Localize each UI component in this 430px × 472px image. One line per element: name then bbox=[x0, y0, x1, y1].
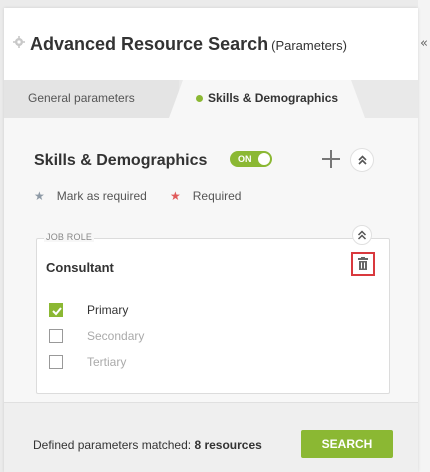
tab-skills-demographics[interactable]: Skills & Demographics bbox=[169, 80, 365, 118]
legend-mark-label: Mark as required bbox=[56, 189, 147, 203]
job-role-value: Consultant bbox=[46, 260, 114, 275]
panel-header: Advanced Resource Search (Parameters) bbox=[4, 8, 418, 80]
right-panel-strip bbox=[418, 0, 430, 472]
job-role-label: JOB ROLE bbox=[44, 232, 95, 242]
secondary-label: Secondary bbox=[87, 329, 145, 343]
chevron-up-double-icon bbox=[358, 155, 367, 165]
legend-mark-as-required: ★ Mark as required bbox=[34, 189, 147, 203]
matched-resources-text: Defined parameters matched: 8 resources bbox=[33, 438, 262, 452]
legend-required: ★ Required bbox=[170, 189, 241, 203]
toggle-label: ON bbox=[238, 154, 252, 164]
star-icon: ★ bbox=[34, 189, 45, 203]
tab-general-parameters[interactable]: General parameters bbox=[4, 80, 179, 118]
collapse-section-button[interactable] bbox=[350, 148, 374, 172]
trash-icon bbox=[358, 257, 368, 270]
required-star-icon: ★ bbox=[170, 189, 181, 203]
secondary-checkbox[interactable] bbox=[49, 329, 63, 343]
page-subtitle: (Parameters) bbox=[271, 38, 347, 53]
collapse-job-role-button[interactable] bbox=[352, 225, 372, 245]
chevron-up-double-icon bbox=[357, 230, 367, 240]
toggle-knob bbox=[258, 153, 270, 165]
section-toggle[interactable]: ON bbox=[230, 151, 272, 167]
tab-bar: General parameters Skills & Demographics bbox=[4, 80, 418, 118]
tertiary-checkbox[interactable] bbox=[49, 355, 63, 369]
panel-footer: Defined parameters matched: 8 resources … bbox=[4, 402, 418, 472]
matched-count: 8 resources bbox=[194, 438, 262, 452]
job-role-card: Consultant Primary Secondary Tertiary bbox=[36, 238, 390, 394]
delete-job-role-button[interactable] bbox=[351, 252, 375, 276]
tab-skills-label: Skills & Demographics bbox=[208, 91, 339, 105]
gear-icon[interactable] bbox=[13, 36, 25, 48]
primary-checkbox[interactable] bbox=[49, 303, 63, 317]
section-title: Skills & Demographics bbox=[34, 152, 208, 169]
legend-required-label: Required bbox=[192, 189, 242, 203]
advanced-search-panel: Advanced Resource Search (Parameters) Gen… bbox=[4, 8, 418, 472]
matched-prefix: Defined parameters matched: bbox=[33, 438, 192, 452]
checkmark-icon bbox=[52, 307, 62, 316]
page-title-text: Advanced Resource Search bbox=[30, 34, 269, 54]
tertiary-label: Tertiary bbox=[87, 355, 127, 369]
collapse-panel-icon[interactable]: « bbox=[420, 36, 428, 51]
add-parameter-button[interactable] bbox=[321, 149, 341, 169]
active-tab-dot-icon bbox=[196, 95, 203, 102]
skills-section: Skills & Demographics ON ★ Mark as requir… bbox=[4, 118, 418, 402]
page-title: Advanced Resource Search (Parameters) bbox=[30, 34, 347, 55]
search-button[interactable]: SEARCH bbox=[301, 430, 393, 458]
primary-label: Primary bbox=[87, 303, 129, 317]
tab-general-label: General parameters bbox=[28, 91, 135, 105]
